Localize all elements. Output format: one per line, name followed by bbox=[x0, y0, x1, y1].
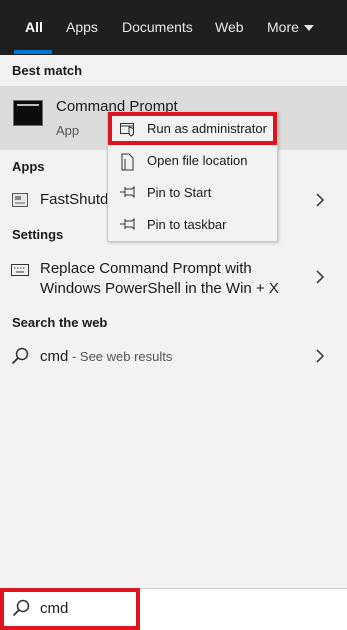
pin-icon bbox=[120, 185, 135, 199]
best-match-subtitle: App bbox=[56, 123, 80, 138]
section-best-match: Best match bbox=[12, 63, 83, 78]
active-tab-indicator bbox=[14, 50, 52, 54]
search-filter-bar: All Apps Documents Web More bbox=[0, 0, 347, 55]
admin-shield-icon bbox=[120, 123, 134, 137]
tab-documents[interactable]: Documents bbox=[122, 0, 193, 55]
command-prompt-icon bbox=[13, 100, 43, 126]
menu-item-label: Pin to taskbar bbox=[147, 217, 227, 232]
app-item-label[interactable]: FastShutd bbox=[40, 191, 108, 208]
search-input[interactable]: cmd bbox=[40, 600, 68, 617]
menu-item-open-file-location[interactable]: Open file location bbox=[108, 145, 277, 177]
settings-item-line1[interactable]: Replace Command Prompt with bbox=[40, 260, 252, 277]
web-query: cmd bbox=[40, 348, 69, 365]
settings-item-line2[interactable]: Windows PowerShell in the Win + X bbox=[40, 280, 279, 297]
tab-apps[interactable]: Apps bbox=[66, 0, 98, 55]
web-result-item[interactable]: cmd - See web results bbox=[40, 348, 172, 365]
tab-web[interactable]: Web bbox=[215, 0, 244, 55]
tab-all[interactable]: All bbox=[25, 0, 43, 55]
pin-icon bbox=[120, 217, 135, 231]
menu-item-label: Run as administrator bbox=[147, 121, 267, 136]
menu-item-label: Open file location bbox=[147, 153, 248, 168]
chevron-down-icon[interactable] bbox=[304, 25, 314, 31]
app-icon bbox=[12, 193, 28, 212]
section-search-web: Search the web bbox=[12, 315, 108, 330]
search-icon bbox=[12, 599, 30, 622]
folder-icon bbox=[121, 153, 134, 171]
chevron-right-icon[interactable] bbox=[313, 193, 327, 207]
menu-item-run-as-administrator[interactable]: Run as administrator bbox=[108, 113, 277, 145]
chevron-right-icon[interactable] bbox=[313, 270, 327, 284]
menu-item-pin-to-start[interactable]: Pin to Start bbox=[108, 177, 277, 209]
search-icon bbox=[11, 347, 29, 370]
keyboard-icon bbox=[11, 263, 29, 281]
chevron-right-icon[interactable] bbox=[313, 349, 327, 363]
tab-more[interactable]: More bbox=[267, 0, 299, 55]
menu-item-label: Pin to Start bbox=[147, 185, 212, 200]
section-apps: Apps bbox=[12, 159, 45, 174]
menu-item-pin-to-taskbar[interactable]: Pin to taskbar bbox=[108, 209, 277, 241]
section-settings: Settings bbox=[12, 227, 64, 242]
context-menu: Run as administrator Open file location … bbox=[107, 112, 278, 242]
web-result-suffix: - See web results bbox=[68, 349, 173, 364]
